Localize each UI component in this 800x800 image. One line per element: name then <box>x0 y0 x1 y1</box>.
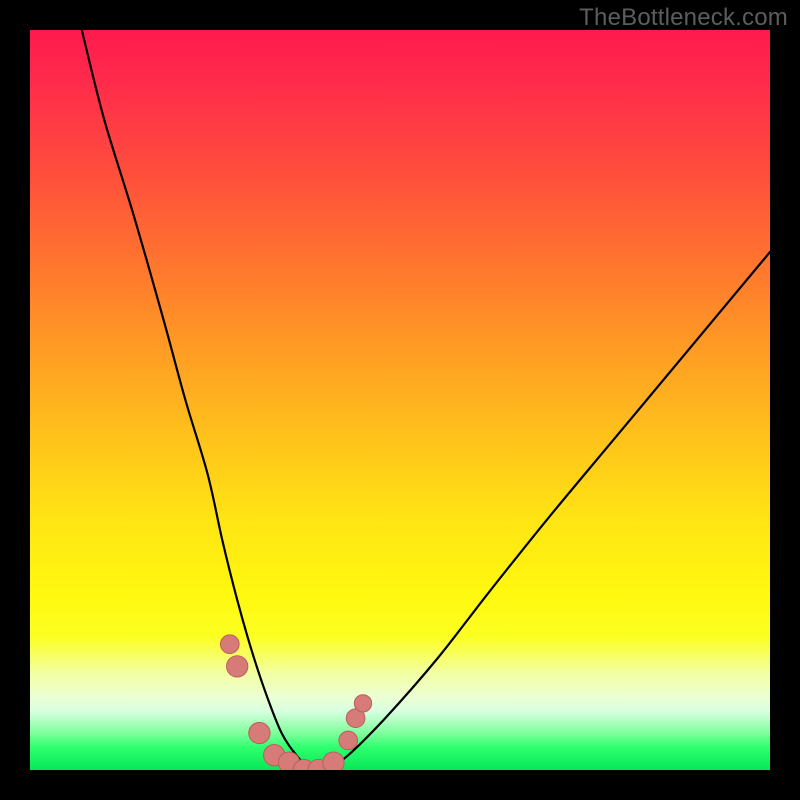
curve-layer <box>30 30 770 770</box>
bottleneck-curve <box>82 30 770 770</box>
watermark-text: TheBottleneck.com <box>579 4 788 32</box>
curve-marker <box>323 752 344 770</box>
chart-frame: TheBottleneck.com <box>0 0 800 800</box>
plot-area <box>30 30 770 770</box>
curve-marker <box>339 731 358 750</box>
curve-markers <box>220 635 371 770</box>
curve-marker <box>249 722 270 743</box>
bottleneck-curve-path <box>82 30 770 770</box>
curve-marker <box>227 656 248 677</box>
curve-marker <box>354 695 371 712</box>
curve-marker <box>220 635 239 654</box>
